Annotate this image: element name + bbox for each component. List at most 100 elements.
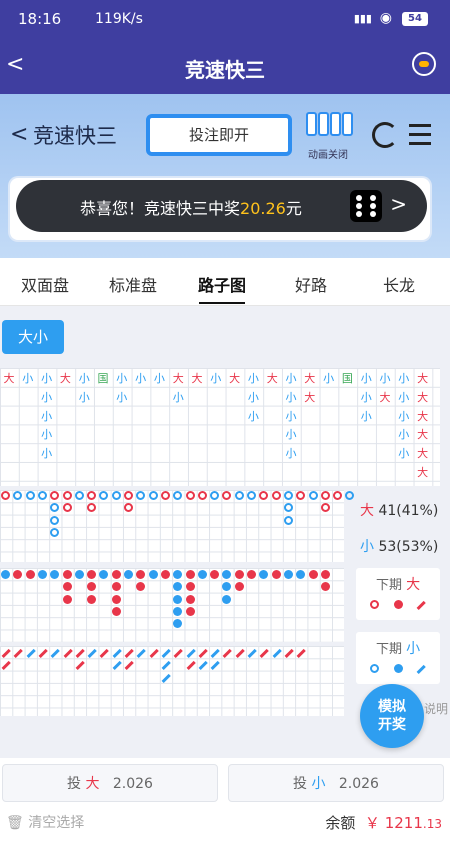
cockroach-road-slash xyxy=(272,648,282,658)
refresh-icon[interactable] xyxy=(372,122,398,148)
cockroach-road-slash xyxy=(87,648,97,658)
big-road-cell: 小 xyxy=(22,372,34,385)
tab-two-sided[interactable]: 双面盘 xyxy=(0,272,90,296)
dice-six-icon xyxy=(350,190,382,222)
clock: 18:16 xyxy=(18,10,62,28)
bead-road-ring xyxy=(173,491,183,500)
cockroach-road-slash xyxy=(235,648,245,658)
small-road-dot xyxy=(25,570,35,579)
bead-road-ring xyxy=(13,491,23,500)
bead-road-ring xyxy=(87,491,97,500)
cockroach-road-slash xyxy=(112,661,122,670)
small-road-dot xyxy=(111,606,121,616)
big-road-cell: 小 xyxy=(78,372,90,385)
bead-road-ring xyxy=(136,491,146,500)
clear-selection-button[interactable]: 🗑 清空选择 xyxy=(6,812,84,832)
small-road-dot xyxy=(173,606,183,616)
big-road-cell: 大 xyxy=(417,466,429,479)
tab-road-map[interactable]: 路子图 xyxy=(177,272,267,304)
animation-toggle-icon[interactable] xyxy=(306,112,362,142)
simulate-draw-button[interactable]: 模拟 开奖 xyxy=(360,684,424,748)
small-road-dot xyxy=(222,582,232,592)
cockroach-road-slash xyxy=(124,648,134,658)
win-toast[interactable]: 恭喜您！竞速快三中奖20.26元 > xyxy=(16,180,427,232)
small-road-dot xyxy=(173,582,183,592)
next-small-prediction[interactable]: 下期 小 xyxy=(356,632,440,684)
tab-good-road[interactable]: 好路 xyxy=(266,272,356,296)
back-arrow-icon[interactable]: < xyxy=(10,122,28,147)
game-name[interactable]: 竞速快三 xyxy=(33,120,117,150)
bead-road-ring xyxy=(50,527,60,537)
small-road-dot xyxy=(173,570,183,579)
cockroach-road-grid xyxy=(0,646,344,716)
big-road-cell: 小 xyxy=(41,390,53,404)
cockroach-road-slash xyxy=(161,661,171,670)
big-road-cell: 小 xyxy=(41,409,53,423)
trash-icon: 🗑 xyxy=(6,815,24,831)
small-road-dot xyxy=(247,570,256,579)
bead-road-ring xyxy=(62,491,72,500)
customer-service-icon[interactable] xyxy=(412,52,436,76)
tab-long-dragon[interactable]: 长龙 xyxy=(354,272,444,296)
cockroach-road-slash xyxy=(173,648,183,658)
big-road-cell: 大 xyxy=(417,409,429,423)
nav-title: 竞速快三 xyxy=(185,58,265,82)
filter-big-small-button[interactable]: 大小 xyxy=(2,320,64,354)
small-road-dot xyxy=(173,594,183,604)
bet-small-button[interactable]: 投 小 2.026 xyxy=(228,764,444,802)
big-road-cell: 小 xyxy=(360,409,372,423)
cockroach-road-slash xyxy=(1,661,11,670)
bead-road-ring xyxy=(308,491,318,500)
bead-road-ring xyxy=(296,491,306,500)
cockroach-road-slash xyxy=(26,648,36,658)
small-road-dot xyxy=(173,619,183,629)
bet-now-button[interactable]: 投注即开 xyxy=(146,114,292,156)
cockroach-road-slash xyxy=(186,648,195,658)
bead-road-ring xyxy=(320,491,330,500)
big-road-cell: 国 xyxy=(341,372,353,385)
red-slash-icon xyxy=(416,600,426,610)
big-stat: 大 41(41%) xyxy=(360,503,439,519)
bead-road-ring xyxy=(50,491,60,500)
big-road-cell: 小 xyxy=(398,372,410,385)
bead-road-grid xyxy=(0,490,355,562)
small-road-dot xyxy=(136,582,146,592)
next-big-prediction[interactable]: 下期 大 xyxy=(356,568,440,620)
big-road-cell: 国 xyxy=(97,372,109,385)
cockroach-road-slash xyxy=(198,648,208,658)
chevron-right-icon[interactable]: > xyxy=(390,192,407,216)
cockroach-road-slash xyxy=(210,648,220,658)
big-road-cell: 小 xyxy=(210,372,222,385)
menu-icon[interactable] xyxy=(409,124,431,151)
blue-slash-icon xyxy=(416,664,426,674)
big-road-cell: 大 xyxy=(417,428,429,442)
small-road-dot xyxy=(283,570,293,579)
small-road-dot xyxy=(222,570,232,579)
big-road-cell: 大 xyxy=(172,372,184,385)
blue-ring-icon xyxy=(370,664,379,673)
small-road-grid xyxy=(0,568,344,642)
small-road-dot xyxy=(62,594,72,604)
bead-road-ring xyxy=(124,491,133,500)
signal-icon: ▮▮▮ xyxy=(353,12,372,25)
small-road-dot xyxy=(160,570,170,579)
blue-dot-icon xyxy=(394,664,403,673)
cockroach-road-slash xyxy=(99,648,109,658)
red-dot-icon xyxy=(394,600,403,609)
bet-big-button[interactable]: 投 大 2.026 xyxy=(2,764,218,802)
big-road-cell: 大 xyxy=(417,372,429,385)
tab-standard[interactable]: 标准盘 xyxy=(88,272,178,296)
bead-road-ring xyxy=(283,503,293,513)
wifi-icon: ◉ xyxy=(379,10,392,26)
big-road-cell: 大 xyxy=(304,372,316,385)
battery-indicator: 54 xyxy=(402,12,428,26)
description-link[interactable]: 说明 xyxy=(424,700,448,717)
big-road-cell: 大 xyxy=(266,372,278,385)
bead-road-ring xyxy=(333,491,343,500)
game-header: < 竞速快三 投注即开 动画关闭 6577 xyxy=(0,94,450,258)
red-ring-icon xyxy=(370,600,379,609)
bead-road-ring xyxy=(148,491,158,500)
big-road-cell: 大 xyxy=(304,390,316,404)
small-road-dot xyxy=(197,570,207,579)
small-road-dot xyxy=(136,570,146,579)
